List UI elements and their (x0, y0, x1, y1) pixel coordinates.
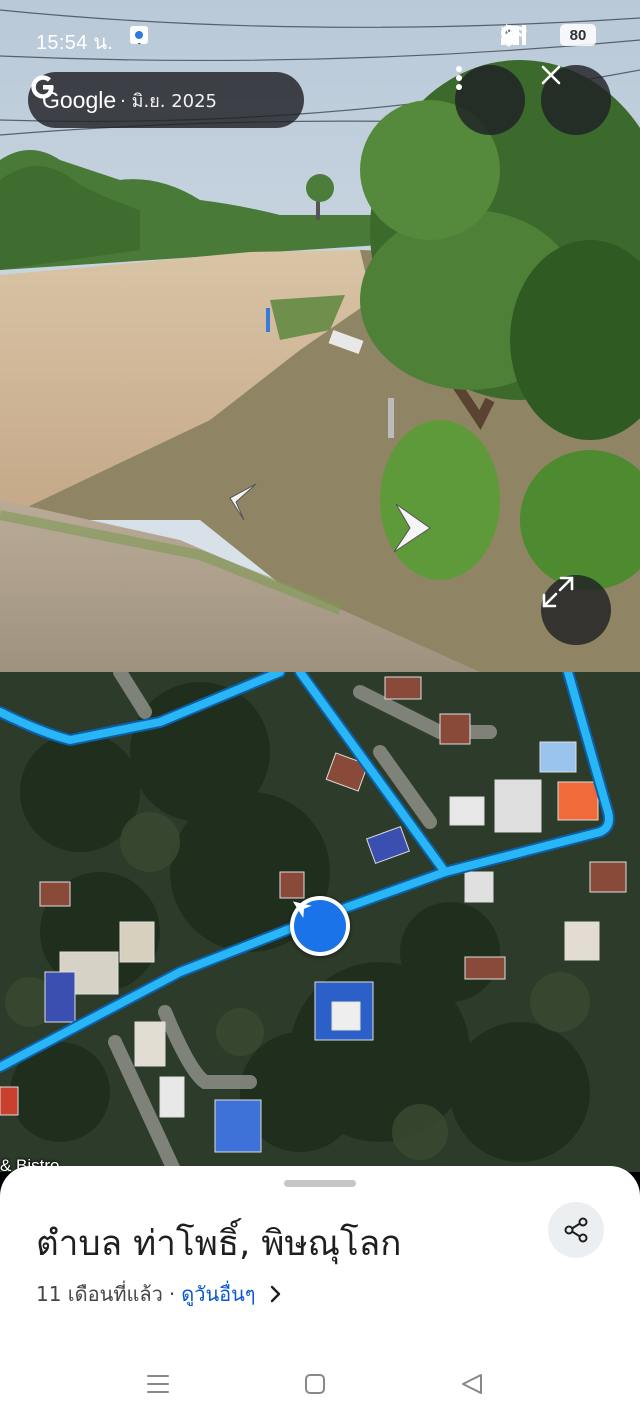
back-button[interactable] (460, 1373, 484, 1399)
capture-date: · มิ.ย. 2025 (120, 90, 218, 112)
expand-button[interactable] (541, 575, 611, 645)
system-navigation-bar (0, 1345, 640, 1425)
capture-age: 11 เดือนที่แล้ว (36, 1282, 163, 1306)
more-options-button[interactable] (455, 65, 525, 135)
status-time: 15:54 น. (36, 32, 114, 54)
arrow-left-icon (229, 483, 257, 521)
recent-apps-button[interactable] (146, 1373, 170, 1399)
menu-icon (147, 1375, 169, 1393)
place-title: ตำบล ท่าโพธิ์, พิษณุโลก (36, 1224, 402, 1264)
current-view-marker[interactable] (290, 896, 350, 956)
close-icon (541, 65, 561, 85)
back-triangle-icon (462, 1374, 482, 1394)
imagery-attribution[interactable]: Google · มิ.ย. 2025 (28, 72, 304, 128)
share-icon (564, 1217, 588, 1243)
capture-age-line: 11 เดือนที่แล้ว · ดูวันอื่นๆ (36, 1278, 282, 1310)
arrow-right-icon (393, 503, 431, 553)
home-button[interactable] (304, 1373, 326, 1399)
google-g-icon (31, 75, 54, 99)
battery-icon: 80 (560, 24, 596, 46)
satellite-map[interactable]: & Bistro (0, 672, 640, 1172)
separator-dot: · (168, 1282, 176, 1306)
direction-arrow-icon (292, 901, 312, 919)
close-button[interactable] (541, 65, 611, 135)
chevron-right-icon[interactable] (270, 1285, 282, 1303)
share-button[interactable] (548, 1202, 604, 1258)
sheet-drag-handle[interactable] (284, 1180, 356, 1187)
street-view-panorama[interactable]: 15:54 น. VoLTE 80 (0, 0, 640, 672)
home-square-icon (305, 1374, 325, 1394)
expand-icon (542, 576, 574, 608)
see-other-dates-link[interactable]: ดูวันอื่นๆ (181, 1278, 255, 1310)
more-options-icon (456, 66, 462, 90)
